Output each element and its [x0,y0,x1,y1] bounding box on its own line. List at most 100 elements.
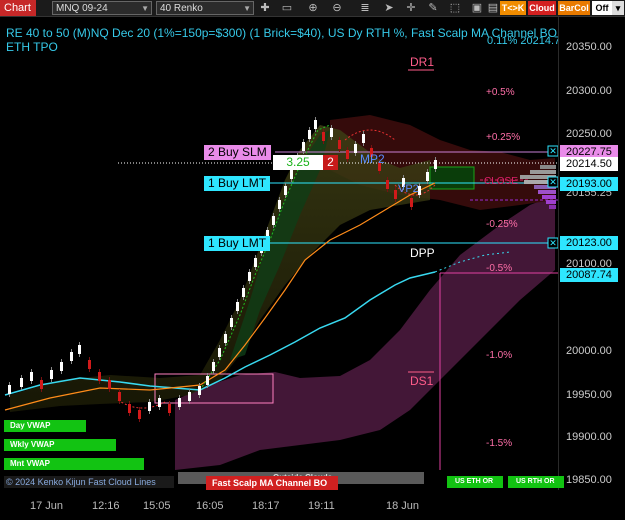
pct-minus15-label: -1.5% [486,438,513,449]
dpp-label: DPP [410,246,435,260]
buy-lmt-order-tag-2[interactable]: 1 Buy LMT [204,236,271,251]
renko-brick [426,172,429,181]
pct-plus025-label: +0.25% [486,132,521,143]
fast-scalp-button[interactable]: Fast Scalp MA Channel BO [206,476,338,490]
lock-icon[interactable]: ▣ [470,1,484,15]
tk-toggle-button[interactable]: T<>K [500,1,526,15]
renko-brick [346,150,349,159]
price-tick: 20000.00 [566,345,612,357]
bar-type-selector[interactable]: 40 Renko ▼ [156,1,254,15]
renko-brick [40,380,43,389]
renko-brick [254,258,257,267]
copyright-text: © 2024 Kenko Kijun Fast Cloud Lines [4,476,174,488]
price-tick: 20300.00 [566,85,612,97]
properties-icon[interactable]: ≣ [358,1,372,15]
bar-type-value: 40 Renko [160,3,203,14]
renko-brick [394,190,397,199]
price-tick: 19950.00 [566,389,612,401]
crosshair-icon[interactable]: ✛ [404,1,418,15]
renko-brick [168,404,171,413]
time-label: 12:16 [92,500,120,512]
renko-brick [272,216,275,225]
renko-brick [338,140,341,149]
renko-brick [20,378,23,387]
layers-icon[interactable]: ▤ [486,1,500,15]
renko-brick [30,372,33,381]
vp2-label: VP2 [398,183,419,195]
instrument-selector[interactable]: MNQ 09-24 ▼ [52,1,152,15]
pointer-icon[interactable]: ➤ [382,1,396,15]
renko-brick [148,402,151,411]
add-indicator-icon[interactable]: ✚ [258,1,272,15]
chevron-down-icon: ▼ [141,4,149,13]
renko-brick [198,386,201,395]
buy-slm-offset[interactable]: 3.25 [273,155,323,170]
renko-brick [78,345,81,354]
remove-icon[interactable]: ▭ [280,1,294,15]
renko-brick [302,142,305,151]
renko-brick [290,170,293,179]
time-label: 17 Jun [30,500,64,512]
renko-brick [322,132,325,141]
renko-brick [70,352,73,361]
renko-brick [178,398,181,407]
lmt1-price-box: 20193.00 [560,177,618,191]
renko-brick [354,144,357,153]
buy-slm-qty[interactable]: 2 [323,155,338,170]
chevron-down-icon[interactable]: ▾ [612,1,624,15]
chart-toolbar: Chart MNQ 09-24 ▼ 40 Renko ▼ ✚ ▭ ⊕ ⊖ ≣ ➤… [0,0,625,17]
chevron-down-icon: ▼ [243,4,251,13]
zoom-in-icon[interactable]: ⊕ [306,1,320,15]
chart-menu-button[interactable]: Chart [0,0,36,16]
wkly-vwap-button[interactable]: Wkly VWAP [4,439,116,451]
mnt-vwap-button[interactable]: Mnt VWAP [4,458,144,470]
renko-brick [278,200,281,209]
draw-icon[interactable]: ✎ [426,1,440,15]
renko-brick [284,186,287,195]
us-eth-or-button[interactable]: US ETH OR [447,476,503,488]
pct-minus1-label: -1.0% [486,350,513,361]
renko-brick [230,318,233,327]
renko-brick [410,198,413,207]
renko-brick [242,288,245,297]
barcol-toggle-button[interactable]: BarCol [558,1,590,15]
last-price-box: 20214.50 [560,157,618,171]
renko-brick [98,372,101,381]
svg-text:✕: ✕ [549,177,557,187]
renko-brick [434,160,437,169]
renko-brick [212,362,215,371]
cloud-toggle-button[interactable]: Cloud [528,1,556,15]
time-label: 19:11 [308,500,335,512]
templates-icon[interactable]: ⬚ [448,1,462,15]
renko-brick [8,385,11,394]
price-tick: 20250.00 [566,128,612,140]
dr1-label: DR1 [410,55,435,69]
renko-brick [206,376,209,385]
pct-minus05-label: -0.5% [486,263,513,274]
renko-brick [188,392,191,401]
pct-plus05-label: +0.5% [486,87,515,98]
renko-brick [128,404,131,413]
off-toggle-button[interactable]: Off [592,1,612,15]
us-rth-or-button[interactable]: US RTH OR [508,476,564,488]
zoom-out-icon[interactable]: ⊖ [330,1,344,15]
buy-lmt-order-tag-1[interactable]: 1 Buy LMT [204,176,271,191]
last-change-value: 0.11% 20214.75 [487,35,567,47]
price-tick: 20350.00 [566,41,612,53]
renko-brick [60,362,63,371]
day-vwap-button[interactable]: Day VWAP [4,420,86,432]
buy-slm-order-tag[interactable]: 2 Buy SLM [204,145,271,160]
renko-brick [362,134,365,143]
renko-brick [224,334,227,343]
renko-brick [308,130,311,139]
time-label: 18:17 [252,500,280,512]
renko-brick [158,398,161,407]
time-label: 18 Jun [386,500,420,512]
close-box [429,166,475,190]
chart-title: RE 40 to 50 (M)NQ Dec 20 (1%=150p=$300) … [6,26,561,54]
renko-brick [330,128,333,137]
renko-brick [88,360,91,369]
mp2-label: MP2 [360,152,385,166]
lmt2-price-box: 20123.00 [560,236,618,250]
ds1-label: DS1 [410,374,434,388]
